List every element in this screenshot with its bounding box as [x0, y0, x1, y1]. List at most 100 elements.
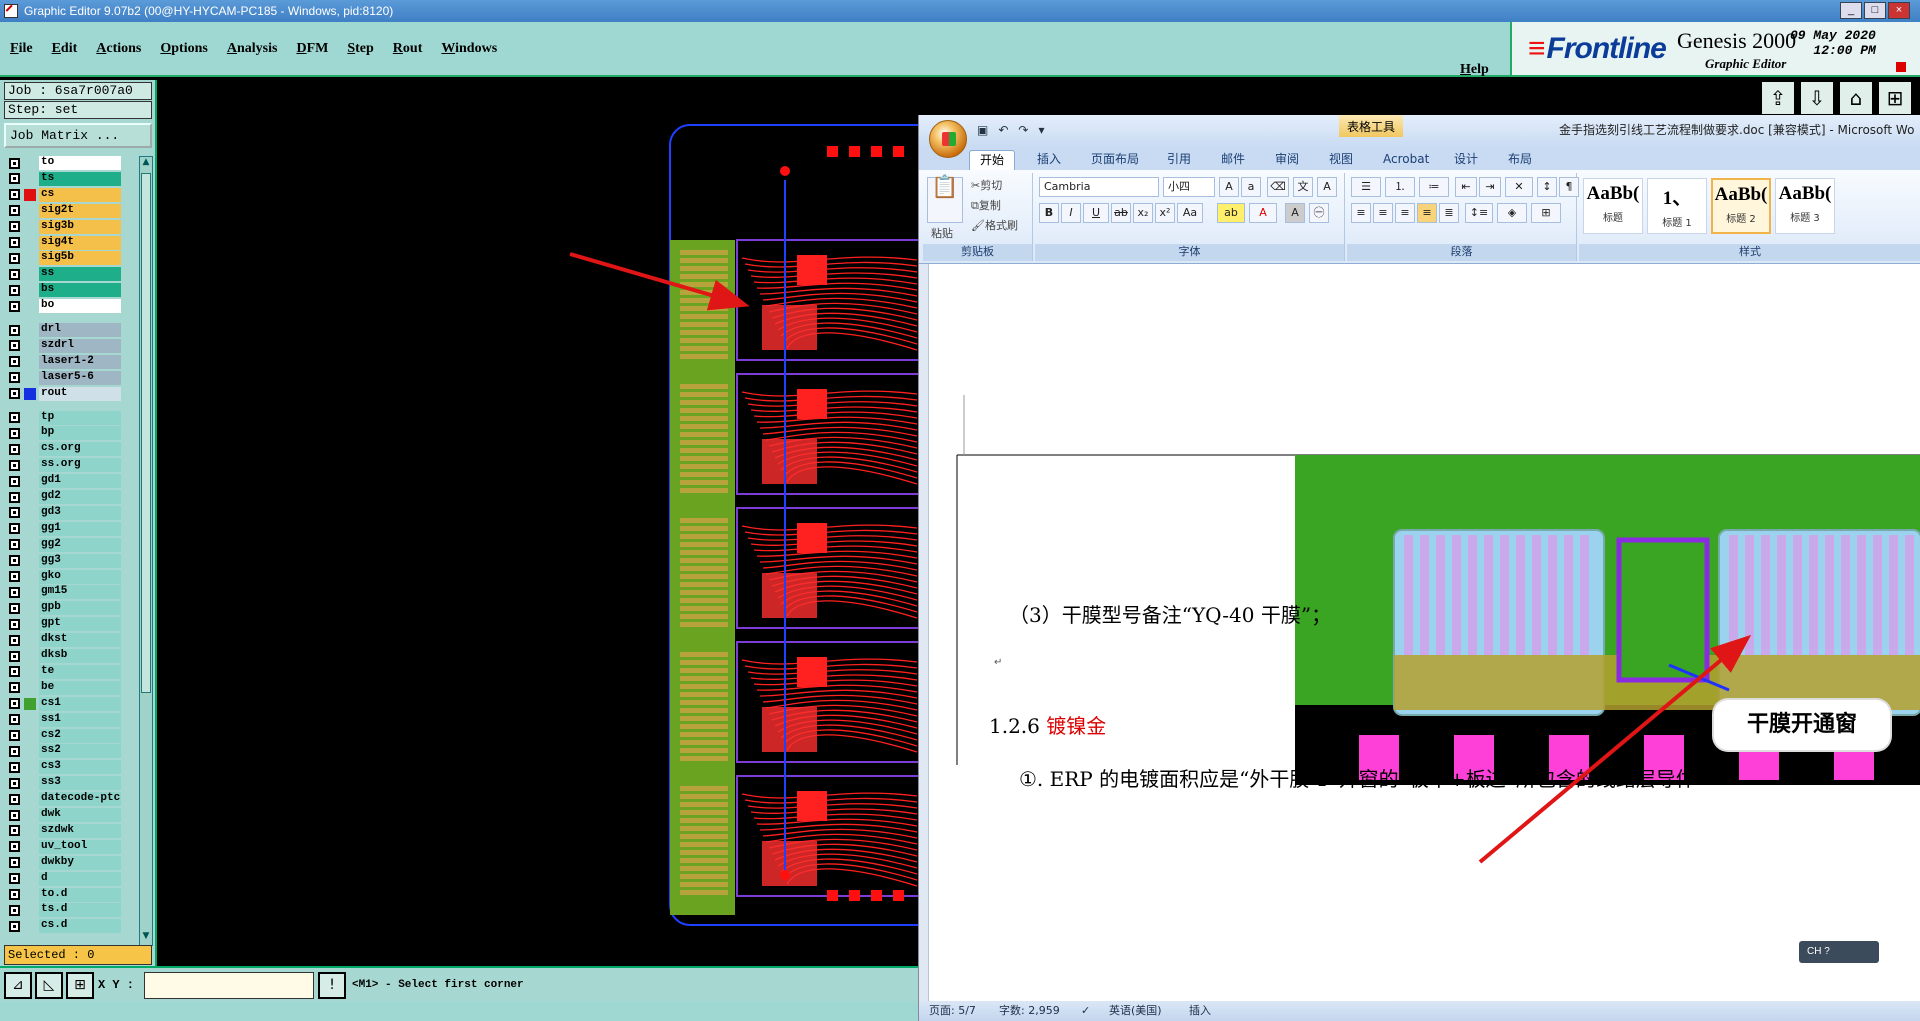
menu-options[interactable]: Options: [160, 41, 207, 57]
layer-row[interactable]: ts.d: [4, 903, 124, 918]
layer-name[interactable]: gg3: [39, 553, 121, 568]
layer-scrollbar[interactable]: ▲ ▼: [139, 156, 153, 946]
layer-checkbox[interactable]: [9, 586, 20, 598]
layer-checkbox[interactable]: [9, 857, 20, 869]
style-heading-1[interactable]: 1、 标题 1: [1647, 178, 1707, 234]
layer-name[interactable]: cs3: [39, 760, 121, 775]
layer-checkbox[interactable]: [9, 920, 20, 932]
layer-checkbox[interactable]: [9, 475, 20, 487]
layer-name[interactable]: drl: [39, 323, 121, 337]
layer-name[interactable]: gd3: [39, 505, 121, 520]
layer-name[interactable]: ts: [39, 171, 121, 186]
layer-row[interactable]: gd1: [4, 474, 124, 489]
save-icon[interactable]: ▣: [977, 123, 988, 137]
maximize-button[interactable]: □: [1864, 2, 1886, 19]
layer-name[interactable]: gd2: [39, 490, 121, 504]
layer-checkbox[interactable]: [9, 571, 20, 582]
info-icon[interactable]: !: [318, 972, 346, 999]
layer-row[interactable]: to.d: [4, 887, 124, 902]
layer-row[interactable]: ss.org: [4, 458, 124, 473]
spellcheck-icon[interactable]: ✓: [1081, 1001, 1090, 1021]
layer-row[interactable]: datecode-ptc: [4, 792, 124, 807]
layer-color-swatch[interactable]: [24, 443, 36, 455]
layer-color-swatch[interactable]: [24, 682, 36, 694]
upload-icon[interactable]: ⇪: [1760, 80, 1796, 116]
layer-row[interactable]: gd3: [4, 505, 124, 520]
zoom-area-icon[interactable]: ◺: [35, 972, 63, 999]
layer-color-swatch[interactable]: [24, 841, 36, 853]
layer-color-swatch[interactable]: [24, 904, 36, 916]
download-icon[interactable]: ⇩: [1799, 80, 1835, 116]
layer-color-swatch[interactable]: [24, 221, 36, 233]
layer-color-swatch[interactable]: [24, 650, 36, 662]
layer-checkbox[interactable]: [9, 761, 20, 773]
layer-color-swatch[interactable]: [24, 539, 36, 551]
menu-help[interactable]: Help: [1460, 62, 1489, 78]
layer-checkbox[interactable]: [9, 634, 20, 646]
layer-checkbox[interactable]: [9, 340, 20, 352]
layer-color-swatch[interactable]: [24, 491, 36, 503]
menu-analysis[interactable]: Analysis: [227, 41, 278, 57]
layer-checkbox[interactable]: [9, 507, 20, 519]
layer-row[interactable]: szdrl: [4, 338, 124, 353]
layer-row[interactable]: tp: [4, 410, 124, 425]
shading-icon[interactable]: ◈: [1497, 203, 1527, 223]
layer-color-swatch[interactable]: [24, 356, 36, 368]
layer-checkbox[interactable]: [9, 682, 20, 694]
layer-name[interactable]: be: [39, 680, 121, 695]
style-heading-3[interactable]: AaBb(标题 3: [1775, 178, 1835, 234]
layer-color-swatch[interactable]: [24, 730, 36, 742]
layer-name[interactable]: gg2: [39, 537, 121, 552]
close-button[interactable]: ×: [1888, 2, 1910, 19]
layer-row[interactable]: rout: [4, 386, 124, 401]
paragraph-dry-film-type[interactable]: （3）干膜型号备注“YQ-40 干膜”；: [1009, 599, 1331, 628]
layer-color-swatch[interactable]: [24, 205, 36, 217]
layer-row[interactable]: bs: [4, 283, 124, 298]
tab-view[interactable]: 视图: [1319, 150, 1363, 170]
layer-row[interactable]: ts: [4, 171, 124, 186]
paragraph-erp-area[interactable]: ①. ERP 的电镀面积应是“外干膜 1”开窗的“板中+板边”所包含的线路层导体: [1019, 763, 1696, 792]
layer-color-swatch[interactable]: [24, 507, 36, 519]
layer-checkbox[interactable]: [9, 904, 20, 916]
layer-checkbox[interactable]: [9, 427, 20, 439]
menu-file[interactable]: File: [10, 41, 33, 57]
line-spacing-icon[interactable]: ↕≡: [1465, 203, 1493, 223]
increase-indent-icon[interactable]: ⇥: [1479, 177, 1501, 197]
pcb-canvas[interactable]: [157, 80, 920, 966]
multilevel-list-icon[interactable]: ≔: [1419, 177, 1449, 197]
layer-checkbox[interactable]: [9, 666, 20, 678]
tab-design[interactable]: 设计: [1444, 150, 1488, 170]
font-name-select[interactable]: Cambria: [1039, 177, 1159, 197]
layer-checkbox[interactable]: [9, 555, 20, 567]
layer-color-swatch[interactable]: [24, 372, 36, 384]
layer-name[interactable]: te: [39, 664, 121, 679]
layer-name[interactable]: laser5-6: [39, 370, 121, 385]
layer-row[interactable]: sig4t: [4, 235, 124, 250]
layer-name[interactable]: gd1: [39, 474, 121, 489]
shrink-font-icon[interactable]: a: [1241, 177, 1261, 197]
distribute-icon[interactable]: ≣: [1439, 203, 1459, 223]
scroll-down-icon[interactable]: ▼: [140, 931, 152, 945]
layer-name[interactable]: cs.org: [39, 442, 121, 457]
layer-checkbox[interactable]: [9, 889, 20, 900]
minimize-button[interactable]: _: [1840, 2, 1862, 19]
char-border-icon[interactable]: A: [1317, 177, 1337, 197]
layer-color-swatch[interactable]: [24, 586, 36, 598]
zoom-in-icon[interactable]: ⊿: [4, 972, 32, 999]
layer-row[interactable]: dwkby: [4, 855, 124, 870]
tab-home[interactable]: 开始: [969, 150, 1016, 170]
help-icon[interactable]: ?: [1824, 946, 1830, 957]
job-matrix-button[interactable]: Job Matrix ...: [4, 123, 152, 148]
layer-row[interactable]: to: [4, 156, 124, 170]
layer-checkbox[interactable]: [9, 523, 20, 535]
tab-insert[interactable]: 插入: [1027, 150, 1071, 170]
numbering-icon[interactable]: ⒈: [1385, 177, 1415, 197]
document-page[interactable]: 干膜开通窗: [929, 265, 1920, 1005]
change-case-icon[interactable]: Aa: [1177, 203, 1203, 223]
layer-checkbox[interactable]: [9, 157, 20, 169]
vertical-ruler[interactable]: [919, 264, 929, 1009]
tab-review[interactable]: 审阅: [1265, 150, 1309, 170]
style-title[interactable]: AaBb(标题: [1583, 178, 1643, 234]
layer-row[interactable]: gd2: [4, 490, 124, 504]
layer-checkbox[interactable]: [9, 730, 20, 741]
